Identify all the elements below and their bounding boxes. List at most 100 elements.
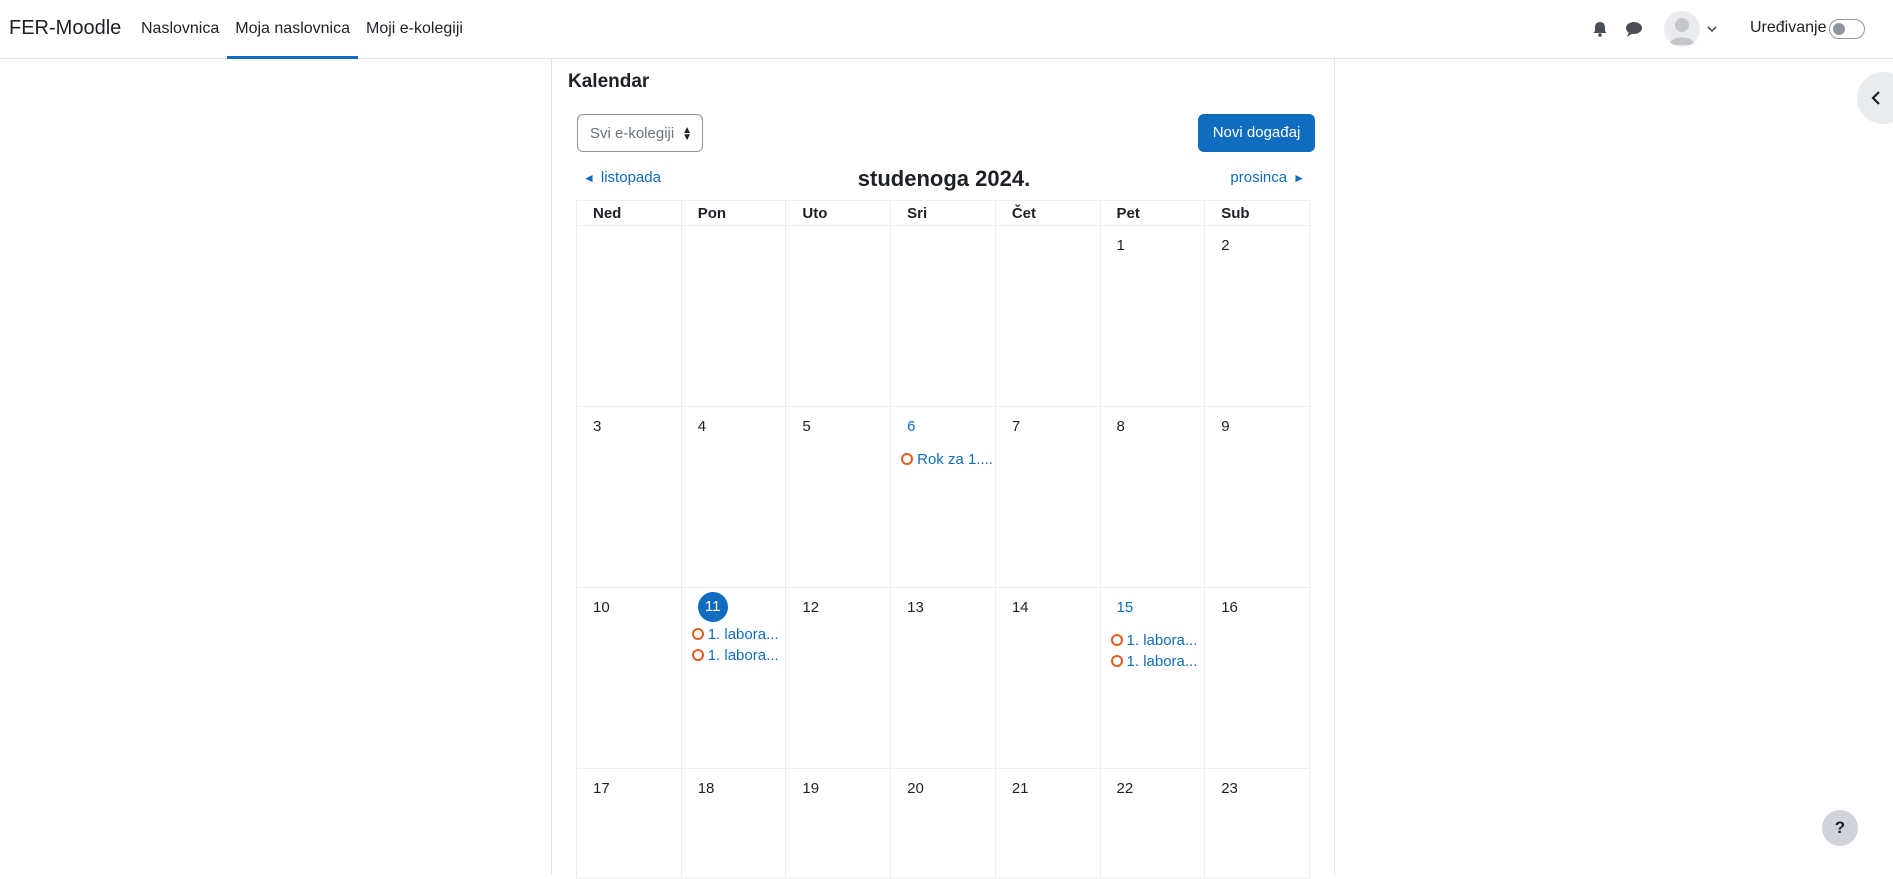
day-number: 2 (1221, 237, 1230, 254)
calendar-day-cell[interactable]: 15 1. labora... 1. labora... (1099, 587, 1206, 769)
site-brand[interactable]: FER-Moodle (9, 17, 121, 40)
weekday-header: Sub (1204, 200, 1310, 226)
arrow-right-icon: ► (1293, 171, 1305, 185)
day-number: 22 (1116, 780, 1134, 797)
calendar-day-cell[interactable]: 8 (1099, 406, 1206, 588)
calendar-day-cell[interactable]: 23 (1204, 768, 1310, 879)
event-title: 1. labora... (707, 626, 779, 643)
calendar-event-link[interactable]: 1. labora... (691, 647, 786, 664)
calendar-day-cell[interactable]: 4 (680, 406, 787, 588)
day-number: 3 (593, 418, 602, 435)
calendar-event-link[interactable]: 1. labora... (1110, 653, 1205, 670)
course-select[interactable]: Svi e-kolegiji ▲ ▼ (577, 114, 703, 152)
event-title: Rok za 1.... (917, 451, 993, 468)
calendar-day-cell[interactable]: 7 (994, 406, 1101, 588)
toggle-knob (1833, 23, 1845, 35)
chat-icon[interactable] (1623, 18, 1645, 40)
chevron-down-icon[interactable] (1706, 22, 1718, 34)
calendar-day-cell[interactable]: 20 (890, 768, 996, 879)
month-title: studenoga 2024. (857, 166, 1031, 191)
calendar-day-cell[interactable]: 3 (576, 406, 682, 588)
event-due-icon (691, 628, 704, 640)
calendar-week-row: 10 11 1. labora... 1. labora... 12 13 14 15 1. l… (576, 587, 1310, 769)
user-avatar-icon[interactable] (1664, 11, 1700, 47)
weekday-header: Uto (785, 200, 892, 226)
day-number: 20 (907, 780, 924, 797)
calendar-day-cell[interactable]: 21 (994, 768, 1101, 879)
day-number: 10 (593, 599, 610, 616)
weekday-header: Čet (994, 200, 1101, 226)
drawer-toggle-button[interactable] (1857, 72, 1893, 124)
day-number: 9 (1221, 418, 1230, 435)
calendar-day-cell[interactable]: 14 (994, 587, 1101, 769)
day-number[interactable]: 6 (903, 417, 933, 447)
calendar-day-cell[interactable]: 5 (785, 406, 892, 588)
weekday-header: Pon (680, 200, 787, 226)
calendar-day-cell[interactable]: 1 (1099, 225, 1206, 407)
calendar-day-cell[interactable]: 6 Rok za 1.... (890, 406, 996, 588)
help-button[interactable]: ? (1822, 810, 1858, 846)
calendar-day-cell[interactable]: 2 (1204, 225, 1310, 407)
edit-mode-label: Uređivanje (1750, 19, 1827, 36)
calendar-day-cell (576, 225, 682, 407)
calendar-day-cell (785, 225, 892, 407)
weekday-header: Sri (890, 200, 996, 226)
calendar-day-cell[interactable]: 13 (890, 587, 996, 769)
day-number: 21 (1011, 780, 1029, 797)
day-number: 5 (802, 418, 811, 435)
calendar-weeks: 1 2 3 4 5 6 Rok za 1.... 7 8 9 10 11 1. labora... 1. … (576, 225, 1310, 879)
day-number: 4 (697, 418, 707, 435)
arrow-left-icon: ◄ (583, 171, 595, 185)
calendar-day-cell[interactable]: 12 (785, 587, 892, 769)
next-month-link[interactable]: prosinca ► (1230, 169, 1311, 186)
course-select-value: Svi e-kolegiji (590, 125, 675, 142)
calendar-day-cell[interactable]: 22 (1099, 768, 1206, 879)
day-number: 1 (1116, 237, 1125, 254)
calendar-day-cell[interactable]: 16 (1204, 587, 1310, 769)
month-calendar: Ned Pon Uto Sri Čet Pet Sub 1 2 3 4 5 6 Rok za… (576, 200, 1310, 879)
day-number: 12 (802, 599, 820, 616)
select-caret-icon: ▲ ▼ (682, 125, 692, 143)
main-content: Kalendar Svi e-kolegiji ▲ ▼ Novi događaj … (551, 59, 1335, 879)
day-number: 17 (593, 780, 610, 797)
new-event-button[interactable]: Novi događaj (1198, 114, 1315, 152)
day-number: 14 (1011, 599, 1029, 616)
chevron-left-icon (1871, 91, 1880, 105)
calendar-day-cell (890, 225, 996, 407)
calendar-day-cell[interactable]: 17 (576, 768, 682, 879)
nav-item-moji-e-kolegiji[interactable]: Moji e-kolegiji (358, 0, 471, 59)
day-number: 18 (697, 780, 715, 797)
calendar-event-link[interactable]: Rok za 1.... (901, 451, 995, 468)
calendar-event-link[interactable]: 1. labora... (691, 626, 786, 643)
calendar-day-cell (994, 225, 1101, 407)
event-due-icon (1110, 634, 1123, 646)
event-title: 1. labora... (1126, 653, 1198, 670)
day-number[interactable]: 15 (1113, 598, 1143, 628)
calendar-event-link[interactable]: 1. labora... (1110, 632, 1205, 649)
edit-mode-toggle[interactable] (1829, 19, 1865, 39)
calendar-day-cell[interactable]: 9 (1204, 406, 1310, 588)
day-number: 7 (1011, 418, 1021, 435)
event-due-icon (901, 453, 914, 465)
calendar-day-cell[interactable]: 11 1. labora... 1. labora... (680, 587, 787, 769)
page-title: Kalendar (568, 71, 650, 92)
bell-icon[interactable] (1589, 18, 1611, 40)
prev-month-link[interactable]: ◄ listopada (577, 169, 661, 186)
calendar-day-cell[interactable]: 19 (785, 768, 892, 879)
calendar-day-cell[interactable]: 18 (680, 768, 787, 879)
weekday-header: Pet (1099, 200, 1206, 226)
day-number: 19 (802, 780, 820, 797)
nav-item-naslovnica[interactable]: Naslovnica (133, 0, 227, 59)
prev-month-label: listopada (600, 169, 661, 186)
calendar-day-cell (680, 225, 787, 407)
primary-nav: Naslovnica Moja naslovnica Moji e-kolegi… (133, 0, 471, 59)
today-day-number[interactable]: 11 (697, 592, 728, 622)
navbar: FER-Moodle Naslovnica Moja naslovnica Mo… (0, 0, 1893, 59)
calendar-day-cell[interactable]: 10 (576, 587, 682, 769)
weekday-header-row: Ned Pon Uto Sri Čet Pet Sub (576, 200, 1310, 226)
day-number: 16 (1221, 599, 1238, 616)
next-month-label: prosinca (1230, 169, 1288, 186)
event-due-icon (691, 649, 704, 661)
calendar-week-row: 3 4 5 6 Rok za 1.... 7 8 9 (576, 406, 1310, 588)
nav-item-moja-naslovnica[interactable]: Moja naslovnica (227, 0, 358, 59)
